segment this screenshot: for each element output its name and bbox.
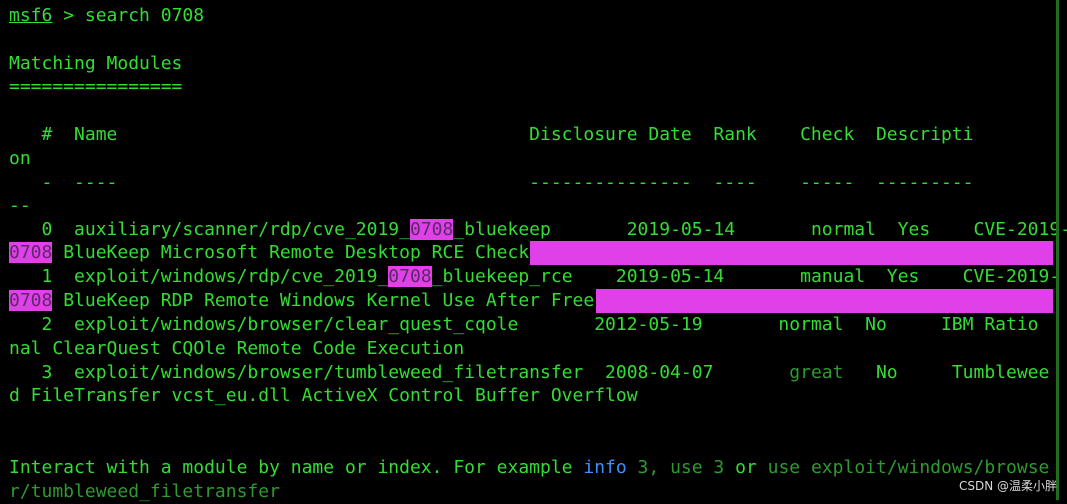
search-match-highlight: 0708: [9, 290, 53, 311]
terminal-scrollbar[interactable]: [1056, 0, 1059, 500]
table-row-wrap: d FileTransfer vcst_eu.dll ActiveX Contr…: [9, 385, 638, 406]
table-header: # Name Disclosure Date Rank Check Descri…: [9, 124, 974, 145]
row-0-description: BlueKeep Microsoft Remote Desktop RCE Ch…: [52, 242, 530, 263]
hint-text: Interact with a module by name or index.…: [9, 457, 584, 478]
row-0-module-start: 0 auxiliary/scanner/rdp/cve_2019_: [9, 219, 410, 240]
table-row: 1 exploit/windows/rdp/cve_2019_0708_blue…: [9, 265, 1060, 289]
search-match-highlight: 0708: [388, 266, 432, 287]
description-highlight-bar: [596, 289, 1053, 313]
results-heading-rule: ================: [9, 76, 183, 97]
table-divider: - ---- --------------- ---- ----- ------…: [9, 172, 974, 193]
hint-index: 3,: [626, 457, 671, 478]
table-row: 3 exploit/windows/browser/tumbleweed_fil…: [9, 361, 1050, 385]
hint-or: or: [724, 457, 768, 478]
prompt-separator: >: [52, 5, 85, 26]
rank-great: great: [789, 362, 844, 383]
interact-hint: Interact with a module by name or index.…: [9, 456, 1049, 480]
row-3-module: 3 exploit/windows/browser/tumbleweed_fil…: [9, 362, 790, 383]
watermark: CSDN @温柔小胖: [958, 479, 1057, 493]
table-row-wrap: 0708 BlueKeep Microsoft Remote Desktop R…: [9, 241, 529, 265]
use-command: use 3: [670, 457, 725, 478]
prompt-name: msf6: [9, 5, 53, 26]
table-divider-wrap: --: [9, 195, 31, 216]
use-path-command: use exploit/windows/browse: [767, 457, 1050, 478]
search-match-highlight: 0708: [9, 242, 53, 263]
table-row: 0 auxiliary/scanner/rdp/cve_2019_0708_bl…: [9, 218, 1067, 242]
search-match-highlight: 0708: [409, 219, 454, 240]
command-prompt-line: msf6 > search 0708: [9, 4, 204, 28]
table-header-wrap: on: [9, 148, 31, 169]
interact-hint-wrap: r/tumbleweed_filetransfer: [9, 481, 280, 502]
table-row: 2 exploit/windows/browser/clear_quest_cq…: [9, 314, 1039, 335]
row-1-module-start: 1 exploit/windows/rdp/cve_2019_: [9, 266, 389, 287]
row-3-rest: No Tumblewee: [843, 362, 1050, 383]
row-1-rest: _bluekeep_rce 2019-05-14 manual Yes CVE-…: [431, 266, 1061, 287]
row-1-description: BlueKeep RDP Remote Windows Kernel Use A…: [52, 290, 595, 311]
command-text: search 0708: [84, 5, 205, 26]
results-heading: Matching Modules: [9, 53, 183, 74]
info-command: info: [583, 457, 627, 478]
terminal-window[interactable]: msf6 > search 0708 Matching Modules ====…: [0, 0, 1067, 502]
table-row-wrap: 0708 BlueKeep RDP Remote Windows Kernel …: [9, 289, 594, 313]
description-highlight-bar: [530, 241, 1053, 265]
row-0-rest: _bluekeep 2019-05-14 normal Yes CVE-2019…: [453, 219, 1067, 240]
table-row-wrap: nal ClearQuest CQOle Remote Code Executi…: [9, 338, 465, 359]
